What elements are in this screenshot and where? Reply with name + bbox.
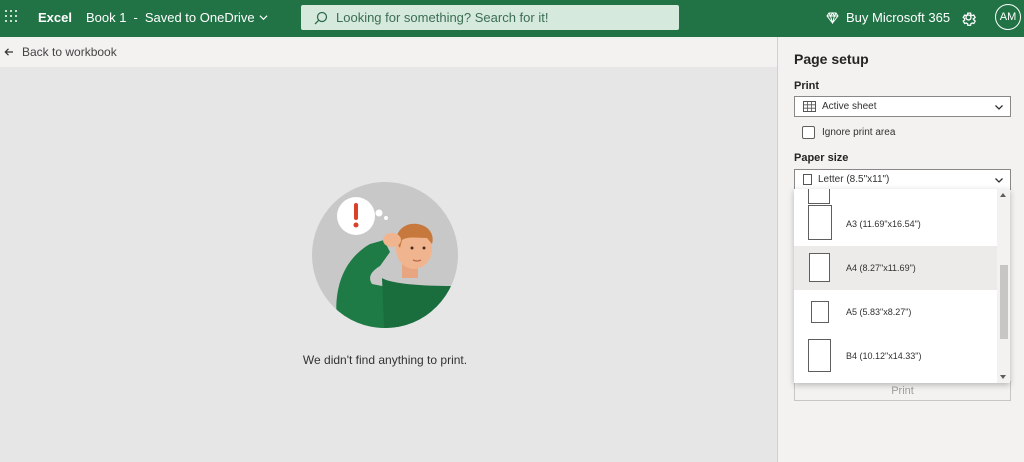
paper-size-option-label: A4 (8.27"x11.69"): [846, 263, 916, 273]
search-icon: [314, 11, 328, 24]
ignore-print-area-checkbox[interactable]: [802, 126, 815, 139]
paper-size-option-a5[interactable]: A5 (5.83"x8.27"): [794, 290, 997, 334]
diamond-icon: [826, 11, 839, 24]
paper-size-option-a3[interactable]: A3 (11.69"x16.54"): [794, 202, 997, 246]
paper-size-option-label: A3 (11.69"x16.54"): [846, 219, 921, 229]
paper-size-option-b4[interactable]: B4 (10.12"x14.33"): [794, 334, 997, 378]
chevron-down-icon: [259, 15, 268, 21]
title-separator: -: [133, 10, 138, 25]
sheet-grid-icon: [803, 101, 816, 112]
nothing-to-print-illustration: [312, 182, 458, 328]
paper-preview: [811, 301, 829, 323]
chevron-down-icon: [995, 178, 1003, 183]
back-to-workbook-link[interactable]: Back to workbook: [0, 37, 777, 67]
app-name[interactable]: Excel: [38, 10, 72, 25]
paper-size-dropdown: A3 (11.69"x16.54") A4 (8.27"x11.69") A5 …: [794, 189, 1010, 383]
back-label: Back to workbook: [22, 45, 117, 59]
empty-state-message: We didn't find anything to print.: [302, 353, 468, 367]
dropdown-scrollbar[interactable]: [997, 189, 1010, 383]
paper-preview: [808, 205, 832, 240]
paper-size-option-label: B4 (10.12"x14.33"): [846, 351, 922, 361]
search-box[interactable]: Looking for something? Search for it!: [301, 5, 679, 30]
page-icon: [803, 174, 812, 185]
pane-title: Page setup: [794, 51, 869, 67]
buy-label: Buy Microsoft 365: [846, 10, 951, 25]
buy-microsoft-365-button[interactable]: Buy Microsoft 365: [826, 10, 950, 25]
avatar[interactable]: AM: [995, 4, 1021, 30]
print-button[interactable]: Print: [794, 381, 1011, 401]
gear-icon[interactable]: [960, 9, 977, 26]
paper-size-value: Letter (8.5"x11"): [818, 174, 890, 185]
document-title[interactable]: Book 1 - Saved to OneDrive: [86, 10, 268, 25]
ignore-print-area-option[interactable]: Ignore print area: [802, 126, 895, 139]
scroll-up-arrow-icon[interactable]: [1000, 193, 1006, 197]
scrollbar-thumb[interactable]: [1000, 265, 1008, 339]
paper-preview: [808, 339, 831, 372]
print-preview-area: We didn't find anything to print.: [0, 67, 777, 462]
paper-size-option-a4[interactable]: A4 (8.27"x11.69"): [794, 246, 997, 290]
save-status: Saved to OneDrive: [144, 10, 255, 25]
paper-size-select[interactable]: Letter (8.5"x11"): [794, 169, 1011, 190]
app-header: Excel Book 1 - Saved to OneDrive Looking…: [0, 0, 1024, 37]
paper-preview: [809, 253, 830, 282]
search-placeholder: Looking for something? Search for it!: [336, 10, 549, 25]
scroll-down-arrow-icon[interactable]: [1000, 375, 1006, 379]
app-launcher-icon[interactable]: [5, 10, 19, 24]
print-scope-select[interactable]: Active sheet: [794, 96, 1011, 117]
paper-size-label: Paper size: [794, 152, 849, 164]
paper-size-option-label: A5 (5.83"x8.27"): [846, 307, 912, 317]
arrow-left-icon: [4, 48, 13, 56]
document-name: Book 1: [86, 10, 127, 25]
print-label: Print: [794, 80, 820, 92]
print-scope-value: Active sheet: [822, 101, 877, 112]
ignore-print-area-label: Ignore print area: [822, 127, 896, 138]
chevron-down-icon: [995, 105, 1003, 110]
